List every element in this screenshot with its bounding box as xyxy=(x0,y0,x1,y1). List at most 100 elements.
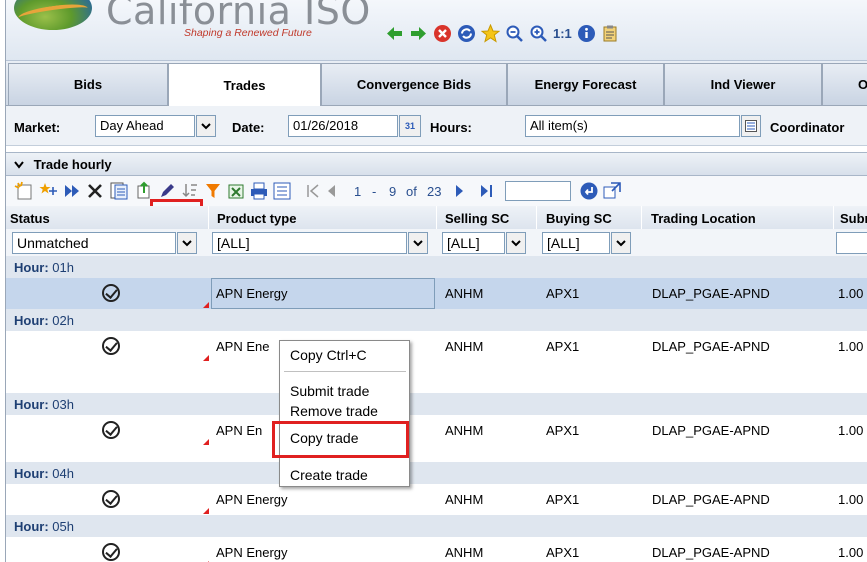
buying-filter-dropdown[interactable] xyxy=(611,232,631,254)
next-page-icon[interactable] xyxy=(450,181,470,201)
sort-icon[interactable] xyxy=(180,181,200,201)
hour-group-row[interactable]: Hour: 02h xyxy=(6,309,867,331)
buying-cell: APX1 xyxy=(546,492,580,507)
col-status[interactable]: Status xyxy=(6,206,209,229)
tab-trades[interactable]: Trades xyxy=(168,63,321,107)
table-row[interactable]: APN Energy ANHM APX1 DLAP_PGAE-APND 1.00 xyxy=(6,484,867,515)
hour-value: 01h xyxy=(52,260,74,275)
selling-cell: ANHM xyxy=(445,339,484,354)
pager-dash: - xyxy=(372,184,377,199)
changed-marker-icon xyxy=(203,508,209,514)
product-filter-dropdown[interactable] xyxy=(408,232,428,254)
tab-other[interactable]: O xyxy=(822,63,867,105)
hour-value: 02h xyxy=(52,313,74,328)
changed-marker-icon xyxy=(203,355,209,361)
refresh-icon[interactable] xyxy=(457,24,476,43)
column-chooser-icon[interactable] xyxy=(272,181,292,201)
new-record-icon[interactable] xyxy=(14,181,34,201)
filter-funnel-icon[interactable] xyxy=(203,181,223,201)
menu-item-copy[interactable]: Copy Ctrl+C xyxy=(290,347,367,363)
submitted-cell: 1.00 xyxy=(838,492,864,507)
changed-marker-icon xyxy=(203,302,209,308)
export-icon[interactable] xyxy=(135,181,155,201)
menu-item-create-trade[interactable]: Create trade xyxy=(290,467,368,483)
col-product-type[interactable]: Product type xyxy=(209,206,437,229)
selling-filter-select[interactable]: [ALL] xyxy=(442,232,505,254)
zoom-in-icon[interactable] xyxy=(529,24,548,43)
zoom-reset-button[interactable]: 1:1 xyxy=(553,24,572,43)
hour-label: Hour: xyxy=(14,397,49,412)
forward-arrow-icon[interactable] xyxy=(409,24,428,43)
selling-filter-dropdown[interactable] xyxy=(506,232,526,254)
go-page-icon[interactable] xyxy=(579,181,599,201)
market-dropdown-button[interactable] xyxy=(196,115,216,137)
hour-group-row[interactable]: Hour: 03h xyxy=(6,393,867,415)
open-window-icon[interactable] xyxy=(602,181,622,201)
hour-group-row[interactable]: Hour: 05h xyxy=(6,515,867,537)
hours-select[interactable]: All item(s) xyxy=(525,115,740,137)
print-icon[interactable] xyxy=(249,181,269,201)
hours-list-button[interactable] xyxy=(741,115,761,137)
table-row[interactable]: APN Energy ANHM APX1 DLAP_PGAE-APND 1.00 xyxy=(6,537,867,562)
location-cell: DLAP_PGAE-APND xyxy=(652,545,770,560)
market-label: Market: xyxy=(14,120,61,135)
selling-cell: ANHM xyxy=(445,545,484,560)
tab-bids[interactable]: Bids xyxy=(8,63,168,105)
first-page-icon[interactable] xyxy=(303,181,323,201)
delete-icon[interactable] xyxy=(85,181,105,201)
column-filter-row: Unmatched [ALL] [ALL] [ALL] xyxy=(6,229,867,256)
submitted-filter-input[interactable] xyxy=(836,232,867,254)
menu-item-remove-trade[interactable]: Remove trade xyxy=(290,403,378,419)
col-selling-sc[interactable]: Selling SC xyxy=(437,206,537,229)
col-trading-location[interactable]: Trading Location xyxy=(642,206,834,229)
table-row[interactable]: APN Ene ANHM APX1 DLAP_PGAE-APND 1.00 xyxy=(6,331,867,362)
hour-value: 05h xyxy=(52,519,74,534)
copy-record-icon[interactable] xyxy=(109,181,129,201)
table-row[interactable]: APN Energy ANHM APX1 DLAP_PGAE-APND 1.00 xyxy=(6,278,867,309)
app-header: California ISO Shaping a Renewed Future xyxy=(6,0,867,61)
tab-convergence-bids[interactable]: Convergence Bids xyxy=(321,63,507,105)
page-number-input[interactable] xyxy=(505,181,571,201)
fast-forward-icon[interactable] xyxy=(62,181,82,201)
buying-cell: APX1 xyxy=(546,423,580,438)
product-cell: APN En xyxy=(216,423,263,438)
table-row[interactable]: APN En ANHM APX1 DLAP_PGAE-APND 1.00 xyxy=(6,415,867,446)
back-arrow-icon[interactable] xyxy=(385,24,404,43)
app-frame: California ISO Shaping a Renewed Future xyxy=(5,0,867,562)
info-icon[interactable] xyxy=(577,24,596,43)
stop-icon[interactable] xyxy=(433,24,452,43)
hour-group-row[interactable]: Hour: 01h xyxy=(6,256,867,278)
last-page-icon[interactable] xyxy=(476,181,496,201)
collapse-chevron-icon[interactable] xyxy=(14,157,24,172)
col-submitted[interactable]: Subr xyxy=(834,206,867,229)
edit-pencil-icon[interactable] xyxy=(157,181,177,201)
status-filter-select[interactable]: Unmatched xyxy=(12,232,176,254)
tab-ind-viewer[interactable]: Ind Viewer xyxy=(664,63,822,105)
matched-check-icon xyxy=(102,543,120,561)
status-filter-dropdown[interactable] xyxy=(177,232,197,254)
col-buying-sc[interactable]: Buying SC xyxy=(537,206,642,229)
new-star-icon[interactable] xyxy=(39,181,59,201)
changed-marker-icon xyxy=(203,439,209,445)
panel-header[interactable]: Trade hourly xyxy=(6,152,867,176)
product-cell: APN Energy xyxy=(216,492,288,507)
context-menu: Copy Ctrl+C Submit trade Remove trade Co… xyxy=(279,340,410,487)
pager-of: of xyxy=(406,184,417,199)
market-select[interactable]: Day Ahead xyxy=(95,115,195,137)
hour-value: 04h xyxy=(52,466,74,481)
zoom-out-icon[interactable] xyxy=(505,24,524,43)
tab-energy-forecast[interactable]: Energy Forecast xyxy=(507,63,664,105)
selling-cell: ANHM xyxy=(445,492,484,507)
favorite-star-icon[interactable] xyxy=(481,23,500,43)
buying-filter-select[interactable]: [ALL] xyxy=(542,232,610,254)
pager-total: 23 xyxy=(427,184,442,199)
calendar-button[interactable]: 31 xyxy=(399,115,421,137)
hour-group-row[interactable]: Hour: 04h xyxy=(6,462,867,484)
product-filter-select[interactable]: [ALL] xyxy=(212,232,407,254)
clipboard-icon[interactable] xyxy=(601,24,620,43)
coordinator-label: Coordinator xyxy=(770,120,845,135)
menu-item-submit-trade[interactable]: Submit trade xyxy=(290,383,369,399)
date-input[interactable]: 01/26/2018 xyxy=(288,115,398,137)
import-excel-icon[interactable] xyxy=(226,181,246,201)
prev-page-icon[interactable] xyxy=(322,181,342,201)
